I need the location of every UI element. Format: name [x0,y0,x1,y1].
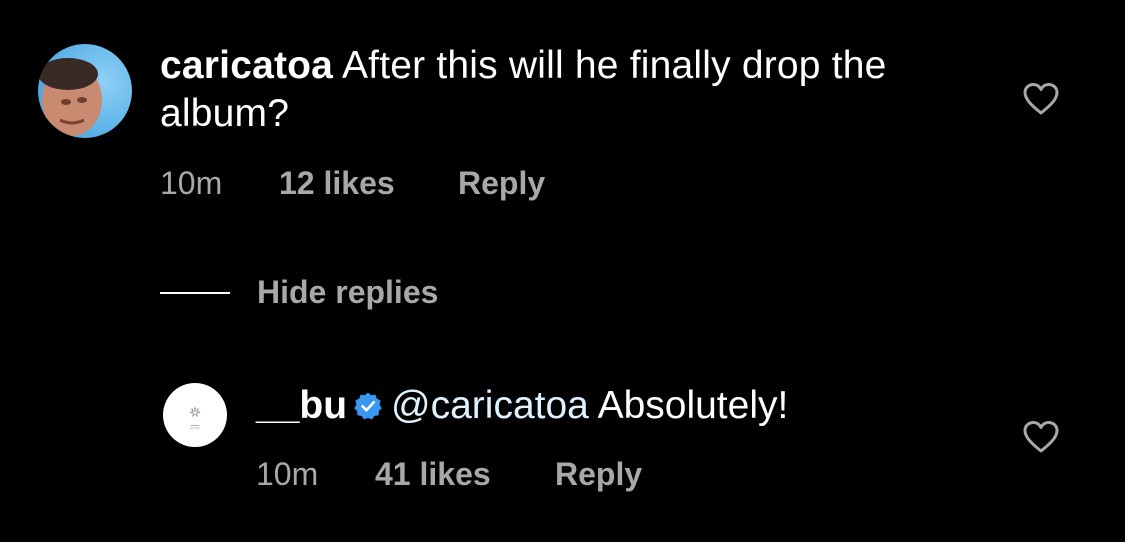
commenter-username[interactable]: caricatoa [160,44,333,87]
commenter-avatar[interactable] [38,44,132,138]
verified-badge-icon [353,385,383,420]
heart-icon[interactable] [1022,420,1060,454]
reply-reply-button[interactable]: Reply [555,456,642,493]
reply-text: __bu @caricatoa Absolutely! [256,382,788,430]
reply-timestamp[interactable]: 10m [256,456,318,493]
hide-replies-divider [160,292,230,294]
comment-likes-count[interactable]: 12 likes [279,165,395,202]
reply-username[interactable]: __bu [256,384,347,427]
reply-avatar[interactable] [163,383,227,447]
reply-mention[interactable]: @caricatoa [391,384,589,427]
comment-reply-button[interactable]: Reply [458,165,545,202]
reply-body: Absolutely! [597,384,789,427]
hide-replies-button[interactable]: Hide replies [257,274,438,311]
reply-likes-count[interactable]: 41 likes [375,456,491,493]
comment-text: caricatoa After this will he finally dro… [160,42,920,138]
heart-icon[interactable] [1022,82,1060,116]
comment-timestamp[interactable]: 10m [160,165,222,202]
